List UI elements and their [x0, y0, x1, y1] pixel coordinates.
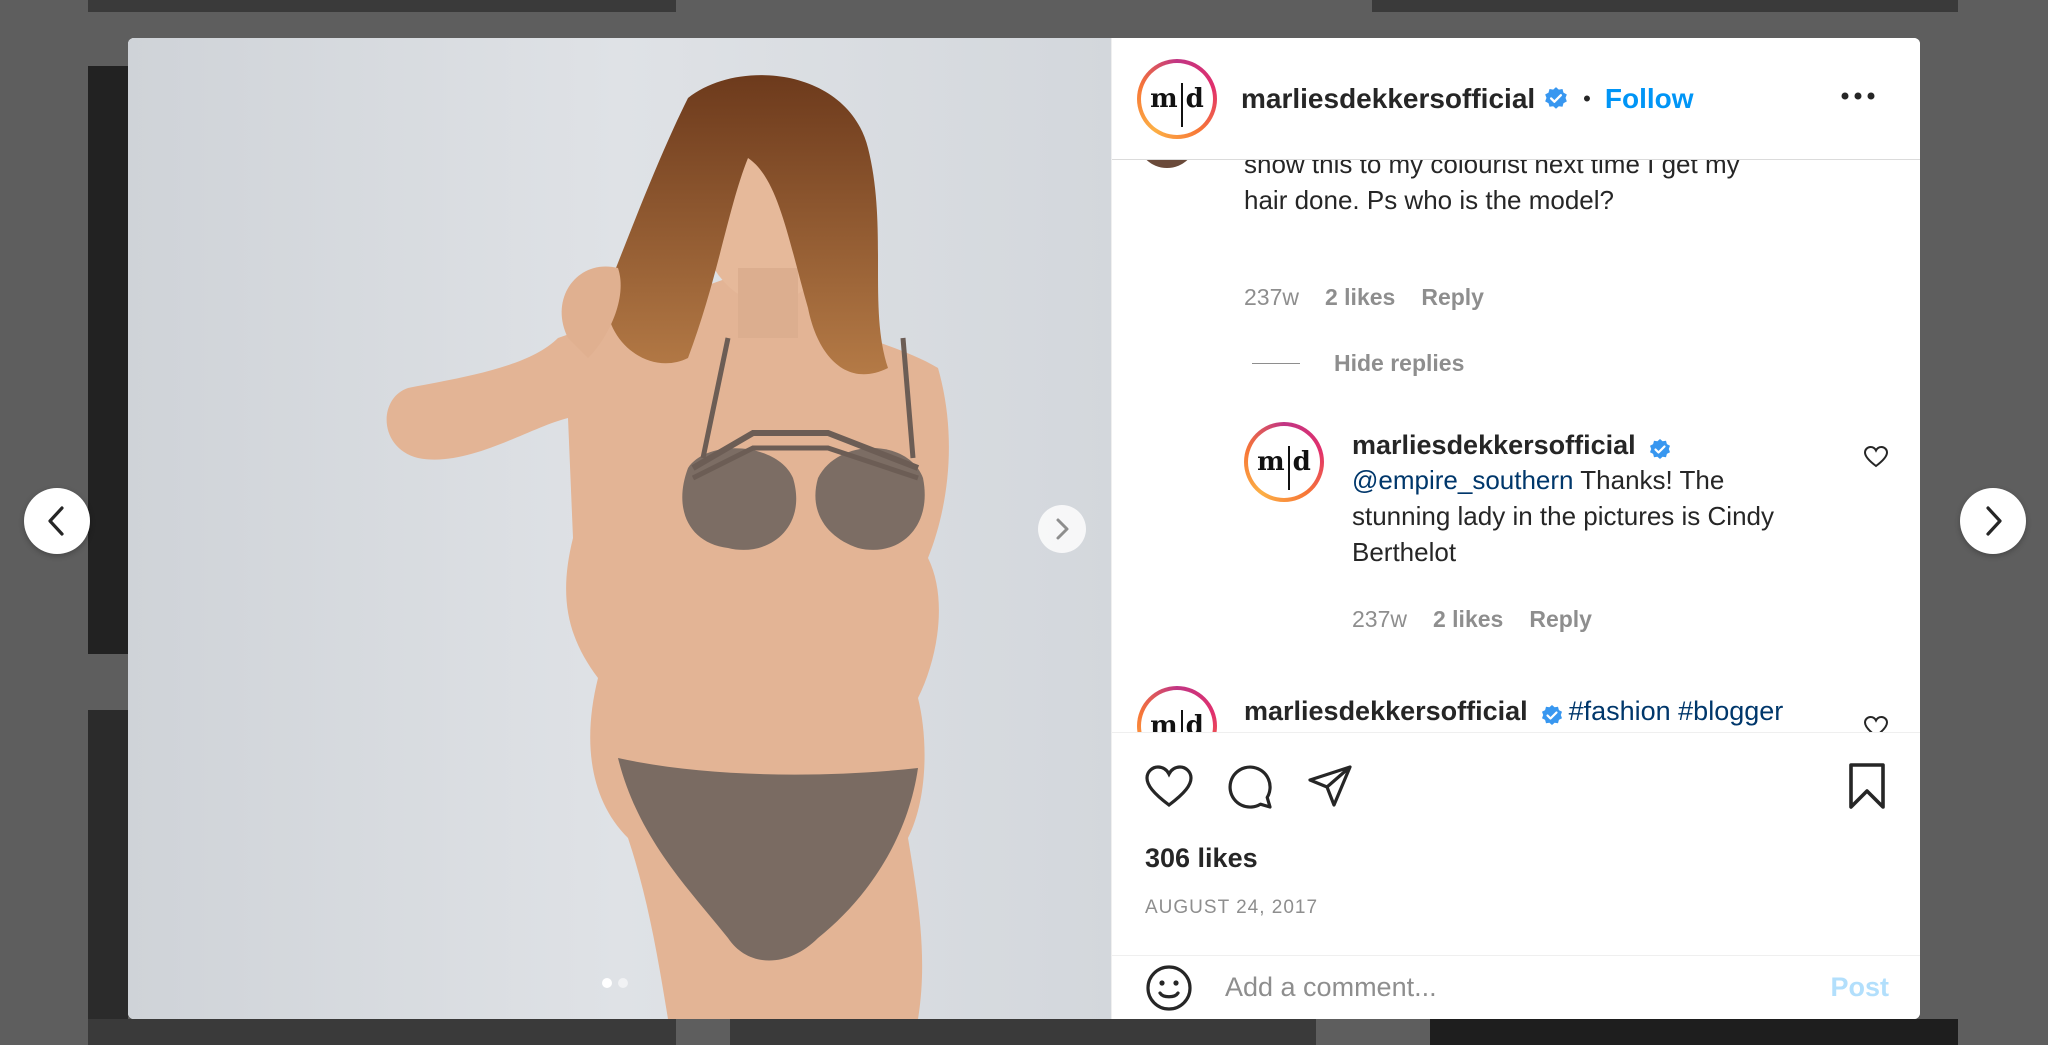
- carousel-indicator: [602, 978, 628, 988]
- heart-icon[interactable]: [1145, 765, 1193, 809]
- avatar-letter: d: [1292, 447, 1311, 477]
- background-tile: [730, 1019, 1316, 1045]
- background-tile: [1430, 1019, 1958, 1045]
- next-post-button[interactable]: [1960, 488, 2026, 554]
- avatar-letter: m: [1150, 711, 1178, 732]
- avatar-letter: m: [1257, 447, 1285, 477]
- caption-username[interactable]: marliesdekkersofficial: [1244, 696, 1528, 726]
- hide-replies-line: [1252, 363, 1300, 364]
- post-photo: [128, 38, 1111, 1019]
- background-tile: [88, 710, 128, 1045]
- hide-replies-label: Hide replies: [1334, 350, 1465, 376]
- chevron-right-icon: [1986, 506, 2002, 536]
- post-header: md marliesdekkersofficial • Follow: [1112, 38, 1920, 160]
- next-image-button[interactable]: [1038, 505, 1086, 553]
- follow-button[interactable]: Follow: [1605, 83, 1694, 115]
- verified-icon: [1545, 86, 1568, 109]
- avatar-letter: d: [1185, 83, 1204, 114]
- comment-icon[interactable]: [1226, 763, 1274, 811]
- background-tile: [88, 66, 128, 654]
- comment-likes[interactable]: 2 likes: [1325, 284, 1395, 311]
- post-date[interactable]: AUGUST 24, 2017: [1145, 897, 1318, 919]
- comments-list[interactable]: show this to my colourist next time I ge…: [1112, 160, 1920, 732]
- comment-meta: 237w 2 likes Reply: [1244, 284, 1484, 311]
- post-panel: md marliesdekkersofficial • Follow show …: [1111, 38, 1920, 1019]
- reply-text-part: Thanks! The: [1580, 464, 1725, 495]
- heart-icon[interactable]: [1864, 716, 1888, 732]
- comment-text: hair done. Ps who is the model?: [1244, 185, 1614, 215]
- reply-text: Berthelot: [1352, 536, 1457, 567]
- bookmark-icon[interactable]: [1847, 763, 1887, 809]
- reply-username[interactable]: marliesdekkersofficial: [1352, 430, 1636, 460]
- post-modal: md marliesdekkersofficial • Follow show …: [128, 38, 1920, 1019]
- avatar-logo: md: [1141, 62, 1213, 135]
- background-tile: [88, 0, 676, 12]
- post-username[interactable]: marliesdekkersofficial: [1241, 83, 1535, 115]
- post-media[interactable]: [128, 38, 1111, 1019]
- carousel-dot-active: [602, 978, 612, 988]
- hide-replies-toggle[interactable]: Hide replies: [1252, 350, 1464, 377]
- heart-icon[interactable]: [1864, 446, 1888, 468]
- reply-meta: 237w 2 likes Reply: [1352, 606, 1592, 633]
- avatar-logo: md: [1248, 426, 1320, 498]
- more-icon[interactable]: [1841, 92, 1875, 100]
- avatar-logo: md: [1141, 690, 1213, 732]
- caption-comment: marliesdekkersofficial #fashion #blogger: [1244, 696, 1783, 728]
- emoji-icon[interactable]: [1145, 964, 1193, 1012]
- chevron-right-icon: [1056, 518, 1069, 540]
- reply-button[interactable]: Reply: [1421, 284, 1484, 311]
- chevron-left-icon: [48, 506, 64, 536]
- hashtag-links[interactable]: #fashion #blogger: [1569, 696, 1784, 726]
- reply-button[interactable]: Reply: [1529, 606, 1592, 633]
- verified-icon: [1542, 704, 1563, 725]
- caption-avatar[interactable]: md: [1137, 686, 1217, 732]
- avatar-letter: m: [1150, 83, 1178, 114]
- separator-dot: •: [1583, 85, 1591, 111]
- comment-text: show this to my colourist next time I ge…: [1244, 160, 1740, 179]
- verified-icon: [1650, 438, 1671, 459]
- carousel-dot: [618, 978, 628, 988]
- avatar[interactable]: md: [1137, 58, 1217, 139]
- likes-count[interactable]: 306 likes: [1145, 843, 1258, 874]
- share-icon[interactable]: [1306, 763, 1354, 809]
- background-tile: [88, 1019, 676, 1045]
- reply-avatar[interactable]: md: [1244, 422, 1324, 502]
- reply-likes[interactable]: 2 likes: [1433, 606, 1503, 633]
- reply-text: @empire_southern Thanks! The: [1352, 462, 1852, 498]
- reply-comment: marliesdekkersofficial @empire_southern …: [1352, 430, 1852, 570]
- comment-time[interactable]: 237w: [1244, 284, 1299, 311]
- add-comment-bar: Post: [1112, 955, 1920, 1019]
- comment-item: show this to my colourist next time I ge…: [1244, 160, 1884, 218]
- comment-item: [1137, 160, 1197, 168]
- reply-time[interactable]: 237w: [1352, 606, 1407, 633]
- mention-link[interactable]: @empire_southern: [1352, 465, 1574, 495]
- post-comment-button[interactable]: Post: [1830, 972, 1889, 1003]
- action-bar: 306 likes AUGUST 24, 2017: [1112, 732, 1920, 955]
- background-tile: [1372, 0, 1958, 12]
- comment-input[interactable]: [1225, 972, 1785, 1003]
- previous-post-button[interactable]: [24, 488, 90, 554]
- avatar-letter: d: [1185, 711, 1204, 732]
- reply-text: stunning lady in the pictures is Cindy: [1352, 500, 1775, 531]
